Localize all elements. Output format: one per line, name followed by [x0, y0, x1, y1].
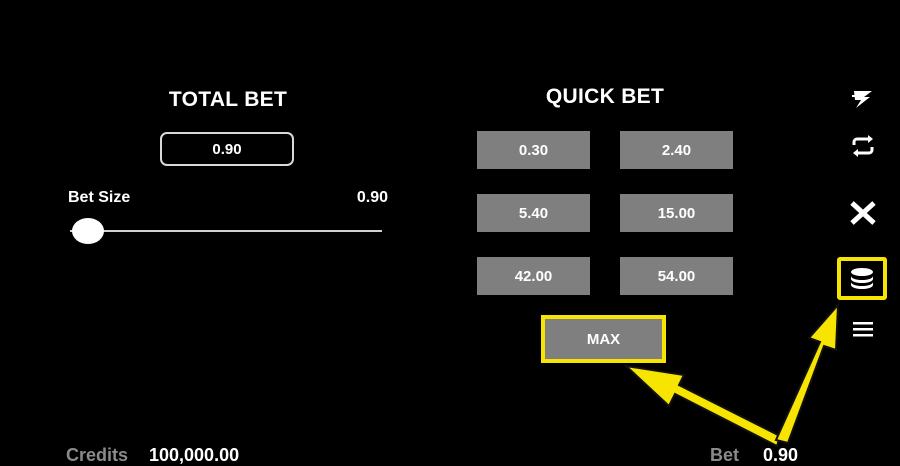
- total-bet-title: TOTAL BET: [168, 88, 288, 111]
- quick-bet-button[interactable]: 0.30: [477, 131, 590, 169]
- quick-bet-button[interactable]: 54.00: [620, 257, 733, 295]
- arrow-to-coins: [774, 302, 840, 445]
- quick-bet-button[interactable]: 15.00: [620, 194, 733, 232]
- bet-value: 0.90: [763, 445, 799, 465]
- total-bet-value: 0.90: [160, 132, 294, 166]
- quick-bet-button[interactable]: 5.40: [477, 194, 590, 232]
- bet-size-slider-track[interactable]: [70, 230, 382, 232]
- coins-icon[interactable]: [837, 257, 887, 300]
- close-icon[interactable]: [843, 196, 883, 230]
- credits-label: Credits: [66, 445, 129, 465]
- annotation-arrows: [622, 302, 840, 448]
- quick-bet-button[interactable]: 2.40: [620, 131, 733, 169]
- quick-bet-button[interactable]: 42.00: [477, 257, 590, 295]
- credits-value: 100,000.00: [149, 445, 240, 465]
- autoplay-icon[interactable]: [843, 129, 883, 163]
- bet-size-label: Bet Size: [68, 189, 131, 206]
- lightning-icon[interactable]: [843, 82, 883, 116]
- bet-label: Bet: [710, 445, 740, 465]
- bet-size-slider-handle[interactable]: [72, 218, 104, 244]
- quick-bet-title: QUICK BET: [545, 85, 665, 108]
- menu-icon[interactable]: [843, 312, 883, 346]
- arrow-to-max: [622, 364, 782, 448]
- bet-size-value: 0.90: [356, 189, 388, 206]
- max-bet-button[interactable]: MAX: [541, 315, 666, 363]
